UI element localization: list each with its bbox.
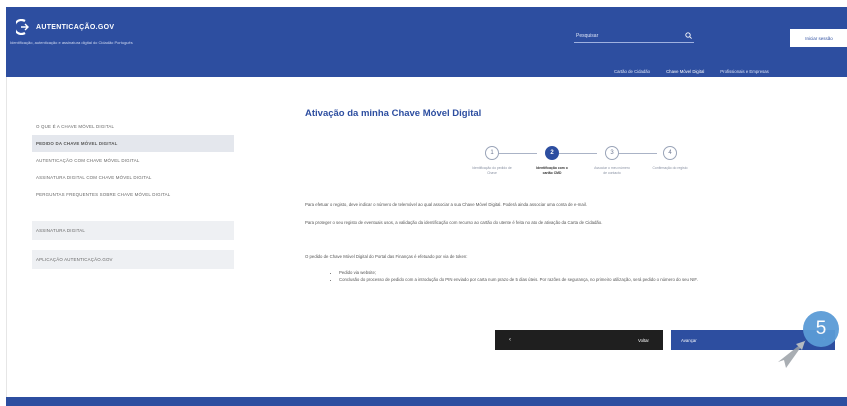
search-icon[interactable] — [685, 32, 692, 39]
main-content: Ativação da minha Chave Móvel Digital 1 … — [305, 108, 835, 350]
sidebar: O QUE É A CHAVE MÓVEL DIGITAL PEDIDO DA … — [32, 118, 234, 269]
step-1-label: Identificação do pedido de Chave — [472, 166, 512, 175]
brand[interactable]: AUTENTICAÇÃO.GOV — [16, 19, 114, 35]
step-3: 3 — [605, 146, 619, 160]
step-connector — [619, 153, 657, 154]
instructions-paragraph-1: Para efetuar o registo, deve indicar o n… — [305, 202, 587, 207]
sidebar-item-assinatura-cmd[interactable]: ASSINATURA DIGITAL COM CHAVE MÓVEL DIGIT… — [32, 169, 234, 186]
back-button[interactable]: ‹ Voltar — [495, 330, 663, 350]
brand-name: AUTENTICAÇÃO.GOV — [36, 23, 115, 31]
page-title: Ativação da minha Chave Móvel Digital — [305, 108, 482, 119]
step-4: 4 — [663, 146, 677, 160]
mouse-cursor-icon — [778, 338, 808, 375]
sidebar-item-pedido[interactable]: PEDIDO DA CHAVE MÓVEL DIGITAL — [32, 135, 234, 152]
login-button[interactable]: Iniciar sessão — [790, 29, 847, 47]
search-input[interactable] — [576, 32, 666, 39]
back-button-label: Voltar — [638, 337, 649, 343]
step-connector — [499, 153, 537, 154]
step-2-label: Identificação com o cartão CMD — [536, 166, 568, 175]
footer-bar — [6, 397, 847, 406]
app-frame: AUTENTICAÇÃO.GOV Identificação, autentic… — [0, 0, 847, 406]
sidebar-item-perguntas[interactable]: PERGUNTAS FREQUENTES SOBRE CHAVE MÓVEL D… — [32, 186, 234, 203]
bullet-list: Pedido via website; Conclusão do process… — [339, 270, 809, 283]
sidebar-block-assinatura-digital[interactable]: ASSINATURA DIGITAL — [32, 221, 234, 240]
instructions-paragraph-2: Para proteger o seu registo de eventuais… — [305, 220, 603, 225]
sidebar-item-autenticacao[interactable]: AUTENTICAÇÃO COM CHAVE MÓVEL DIGITAL — [32, 152, 234, 169]
sidebar-block-aplicacao[interactable]: APLICAÇÃO AUTENTICAÇÃO.GOV — [32, 250, 234, 269]
search-box — [574, 29, 694, 43]
step-1: 1 — [485, 146, 499, 160]
chevron-left-icon: ‹ — [509, 337, 511, 343]
next-button-label: Avançar — [681, 337, 697, 343]
autenticacao-logo-icon — [16, 19, 30, 35]
progress-stepper: 1 2 3 4 Identificação do pedido de Chave… — [472, 146, 688, 186]
brand-subtitle: Identificação, autenticação e assinatura… — [10, 40, 133, 45]
list-item: Conclusão do processo de pedido com a in… — [339, 277, 809, 284]
instructions-paragraph-3: O pedido de Chave Móvel Digital do Porta… — [305, 254, 468, 259]
step-3-label: Associar o meu número de contacto — [594, 166, 630, 175]
step-2: 2 — [545, 146, 559, 160]
sidebar-item-o-que-e[interactable]: O QUE É A CHAVE MÓVEL DIGITAL — [32, 118, 234, 135]
step-number-badge: 5 — [803, 311, 839, 347]
step-connector — [559, 153, 597, 154]
top-header: AUTENTICAÇÃO.GOV Identificação, autentic… — [6, 7, 847, 80]
list-item: Pedido via website; — [339, 270, 809, 277]
step-4-label: Confirmação do registo — [652, 166, 688, 170]
